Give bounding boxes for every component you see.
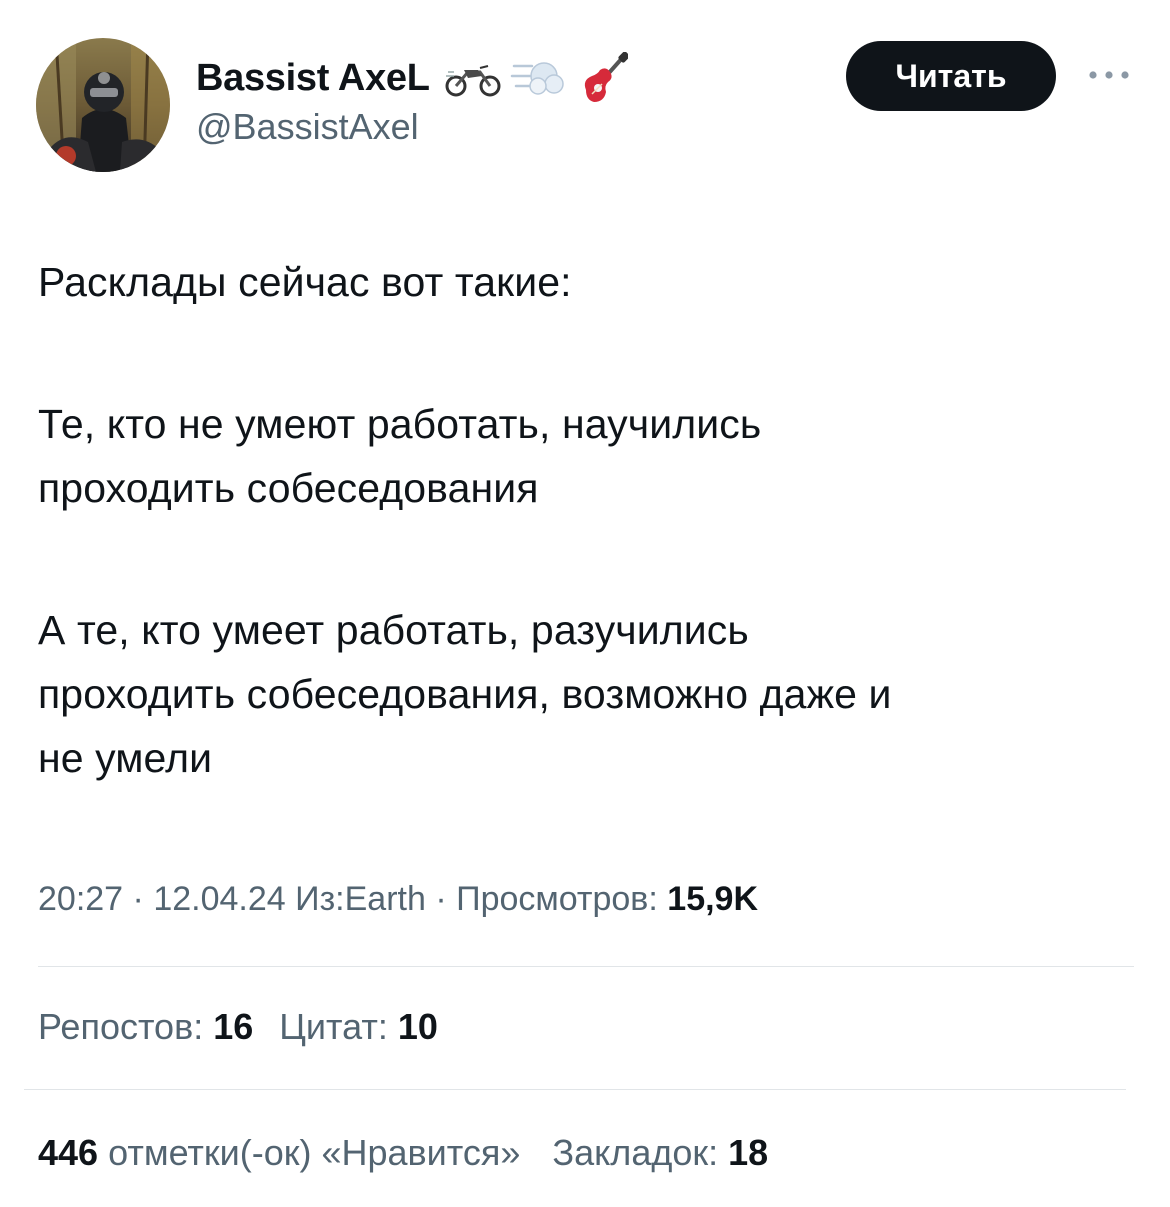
tweet-time[interactable]: 20:27 <box>38 880 123 918</box>
likes-bookmarks-stats: 446 отметки(-ок) «Нравится» Закладок: 18 <box>38 1132 768 1174</box>
tweet-line: проходить собеседования, возможно даже и <box>38 671 892 717</box>
reposts-label: Репостов: <box>38 1006 204 1047</box>
follow-button[interactable]: Читать <box>846 41 1056 111</box>
reposts-count: 16 <box>213 1006 254 1047</box>
meta-separator: · <box>132 880 154 918</box>
divider <box>38 966 1134 967</box>
author-display-name[interactable]: Bassist AxeL <box>196 57 430 100</box>
dash-icon <box>510 56 566 100</box>
tweet-meta: 20:27 · 12.04.24 Из:Earth · Просмотров: … <box>38 880 758 919</box>
reposts-stat[interactable]: Репостов: 16 <box>38 1006 263 1047</box>
repost-quote-stats: Репостов: 16 Цитат: 10 <box>38 1006 438 1048</box>
views-count: 15,9K <box>667 880 759 918</box>
tweet-date[interactable]: 12.04.24 <box>153 880 285 918</box>
tweet-line: А те, кто умеет работать, разучились <box>38 607 749 653</box>
bookmarks-label: Закладок: <box>552 1132 719 1173</box>
tweet-line: Расклады сейчас вот такие: <box>38 259 572 305</box>
author-name-row: Bassist AxeL <box>196 52 628 104</box>
tweet-source: Из:Earth <box>295 880 426 918</box>
quotes-stat[interactable]: Цитат: 10 <box>279 1006 438 1047</box>
quotes-count: 10 <box>397 1006 438 1047</box>
views-label: Просмотров: <box>456 880 658 918</box>
quotes-label: Цитат: <box>279 1006 388 1047</box>
tweet-line: не умели <box>38 735 213 781</box>
avatar-photo <box>36 38 170 172</box>
meta-separator: · <box>435 880 457 918</box>
divider <box>24 1089 1126 1090</box>
author-handle[interactable]: @BassistAxel <box>196 106 419 148</box>
likes-count: 446 <box>38 1132 99 1173</box>
more-horizontal-icon[interactable] <box>1086 62 1132 88</box>
likes-label: отметки(-ок) «Нравится» <box>108 1132 521 1173</box>
guitar-icon <box>580 52 628 104</box>
motorcycle-icon <box>444 58 502 98</box>
bookmarks-count: 18 <box>728 1132 769 1173</box>
tweet-text: Расклады сейчас вот такие: Те, кто не ум… <box>38 250 1138 790</box>
tweet-line: проходить собеседования <box>38 465 539 511</box>
bookmarks-stat[interactable]: Закладок: 18 <box>552 1132 768 1173</box>
avatar[interactable] <box>36 38 170 172</box>
tweet-line: Те, кто не умеют работать, научились <box>38 401 762 447</box>
likes-stat[interactable]: 446 отметки(-ок) «Нравится» <box>38 1132 530 1173</box>
